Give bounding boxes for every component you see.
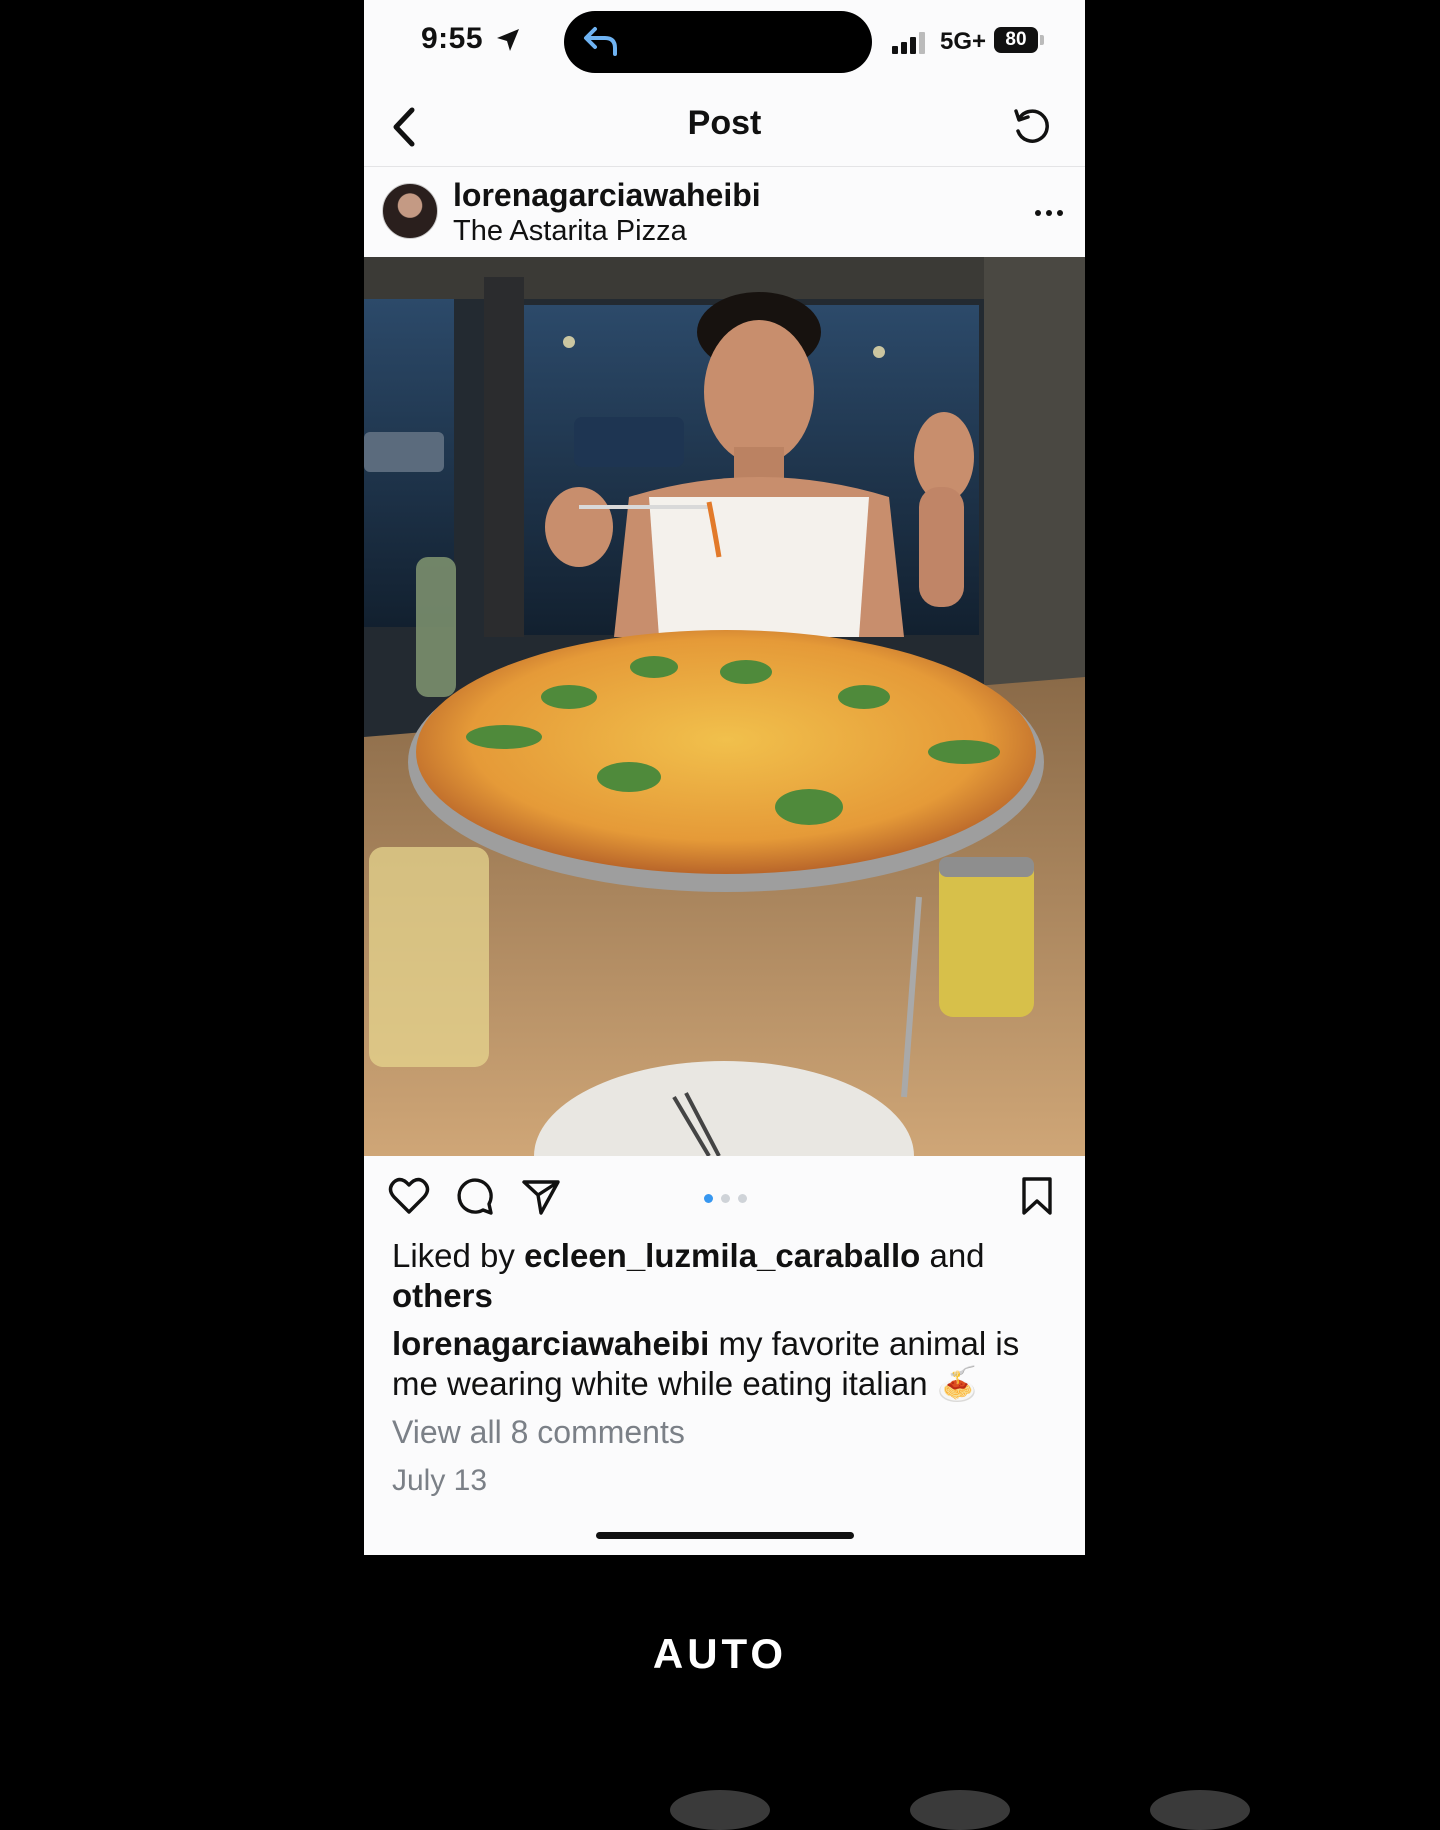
- page-title: Post: [687, 104, 762, 142]
- network-type: 5G+: [940, 28, 987, 55]
- status-time: 9:55: [421, 22, 484, 55]
- location-arrow-icon: [495, 27, 521, 58]
- share-icon[interactable]: [521, 1176, 561, 1221]
- bookmark-icon[interactable]: [1020, 1176, 1054, 1221]
- liked-user[interactable]: ecleen_luzmila_caraballo: [524, 1237, 920, 1274]
- post-author-row: lorenagarciawaheibi The Astarita Pizza: [364, 167, 1085, 255]
- post-location[interactable]: The Astarita Pizza: [453, 215, 687, 248]
- carousel-indicator: [704, 1190, 755, 1208]
- return-arrow-icon: [581, 24, 621, 65]
- bottom-control[interactable]: [670, 1790, 770, 1830]
- post-actions: [364, 1156, 1085, 1236]
- auto-mode-label[interactable]: AUTO: [0, 1630, 1440, 1678]
- author-username[interactable]: lorenagarciawaheibi: [453, 177, 761, 214]
- liked-and: and: [920, 1237, 985, 1274]
- post-date: July 13: [392, 1464, 488, 1497]
- caption-username[interactable]: lorenagarciawaheibi: [392, 1325, 709, 1362]
- battery-level: 80: [1005, 29, 1027, 50]
- avatar[interactable]: [382, 183, 438, 239]
- carousel-dot: [738, 1194, 747, 1203]
- bottom-control[interactable]: [910, 1790, 1010, 1830]
- battery-cap: [1040, 35, 1044, 45]
- view-comments-link[interactable]: View all 8 comments: [392, 1414, 685, 1451]
- post-photo[interactable]: [364, 257, 1085, 1156]
- post-header: Post: [364, 86, 1085, 166]
- phone-screen: 9:55 5G+ 80 Post lorenagarciawaheibi The…: [364, 0, 1085, 1555]
- carousel-dot: [704, 1194, 713, 1203]
- dynamic-island[interactable]: [564, 11, 872, 73]
- comment-icon[interactable]: [455, 1176, 495, 1221]
- carousel-dot: [721, 1194, 730, 1203]
- home-indicator[interactable]: [596, 1532, 854, 1539]
- heart-icon[interactable]: [388, 1176, 430, 1221]
- more-options-icon[interactable]: [1034, 205, 1064, 223]
- battery-icon: 80: [994, 27, 1038, 53]
- refresh-icon[interactable]: [1010, 105, 1052, 152]
- status-bar: 9:55 5G+ 80: [364, 0, 1085, 86]
- post-caption: lorenagarciawaheibi my favorite animal i…: [392, 1324, 1062, 1404]
- cellular-signal-icon: [892, 30, 926, 54]
- liked-prefix: Liked by: [392, 1237, 525, 1274]
- likes-summary[interactable]: Liked by ecleen_luzmila_caraballo and ot…: [392, 1236, 1062, 1316]
- bottom-control[interactable]: [1150, 1790, 1250, 1830]
- liked-others[interactable]: others: [392, 1277, 493, 1314]
